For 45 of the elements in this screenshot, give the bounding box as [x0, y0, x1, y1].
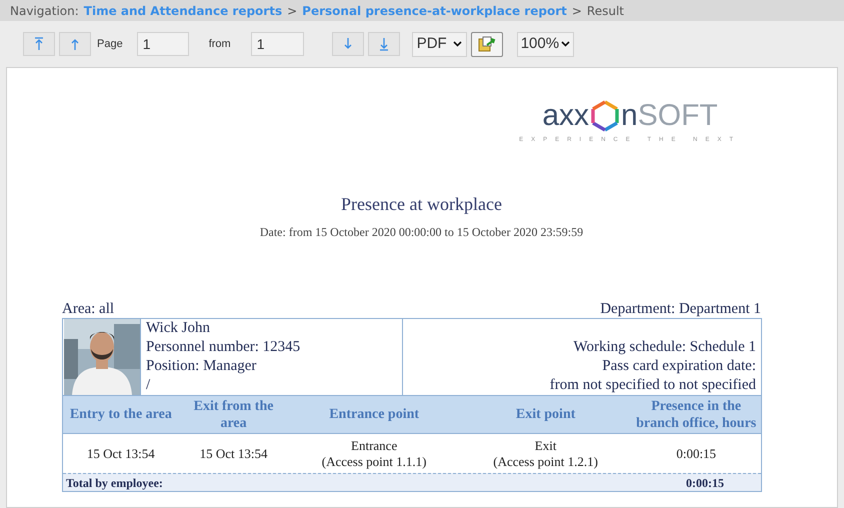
report-date: Date: from 15 October 2020 00:00:00 to 15 October 2020 23:59:59	[258, 224, 584, 241]
last-page-button[interactable]	[368, 32, 400, 56]
employee-info-text: Position: Manager	[146, 357, 258, 376]
breadcrumb-separator: >	[287, 2, 298, 20]
caret-icon	[560, 41, 570, 47]
arrow-up-icon	[70, 37, 80, 51]
table-cell-text: 15 Oct 13:54	[198, 444, 268, 462]
employee-detail-text: Working schedule: Schedule 1	[574, 338, 756, 357]
arrow-down-icon	[342, 37, 353, 51]
page-label: Page	[97, 36, 123, 52]
column-header: Exit point	[514, 406, 576, 424]
page-field[interactable]: 1	[136, 32, 189, 56]
column-header: Exit from the area	[192, 398, 274, 432]
table-cell-text: Entrance (Access point 1.1.1)	[320, 436, 428, 471]
breadcrumb-current: Result	[586, 2, 624, 20]
report-title: Presence at workplace	[340, 193, 503, 216]
department-label: Department: Department 1	[600, 301, 761, 318]
arrow-down-bar-icon	[378, 37, 389, 51]
table-cell-text: 0:00:15	[675, 444, 718, 462]
total-label: Total by employee:	[66, 474, 163, 492]
table-cell-text: 15 Oct 13:54	[86, 444, 156, 462]
from-label: from	[208, 36, 231, 52]
next-page-button[interactable]	[332, 32, 364, 56]
employee-info-text: Personnel number: 12345	[146, 338, 302, 357]
zoom-select[interactable]: 100%	[516, 32, 574, 56]
format-select[interactable]: PDF	[412, 32, 467, 56]
export-icon	[478, 36, 496, 52]
employee-detail-text: Pass card expiration date:	[602, 357, 756, 376]
total-pages-field[interactable]: 1	[250, 32, 304, 56]
column-header: Presence in the branch office, hours	[635, 398, 758, 432]
area-label: Area: all	[62, 301, 114, 318]
caret-icon	[452, 41, 462, 47]
arrow-up-bar-icon	[34, 37, 44, 51]
column-header: Entrance point	[328, 406, 420, 424]
breadcrumb-separator: >	[572, 2, 582, 20]
column-header: Entry to the area	[68, 406, 173, 424]
employee-detail-text: from not specified to not specified	[550, 376, 756, 395]
navigation-label: Navigation:	[10, 2, 79, 20]
previous-page-button[interactable]	[59, 32, 91, 56]
total-value: 0:00:15	[686, 474, 724, 492]
employee-info-text: /	[146, 376, 152, 395]
employee-info-text: Wick John	[146, 319, 211, 338]
first-page-button[interactable]	[23, 32, 55, 56]
export-button[interactable]	[470, 32, 503, 56]
table-cell-text: Exit (Access point 1.2.1)	[492, 436, 599, 471]
